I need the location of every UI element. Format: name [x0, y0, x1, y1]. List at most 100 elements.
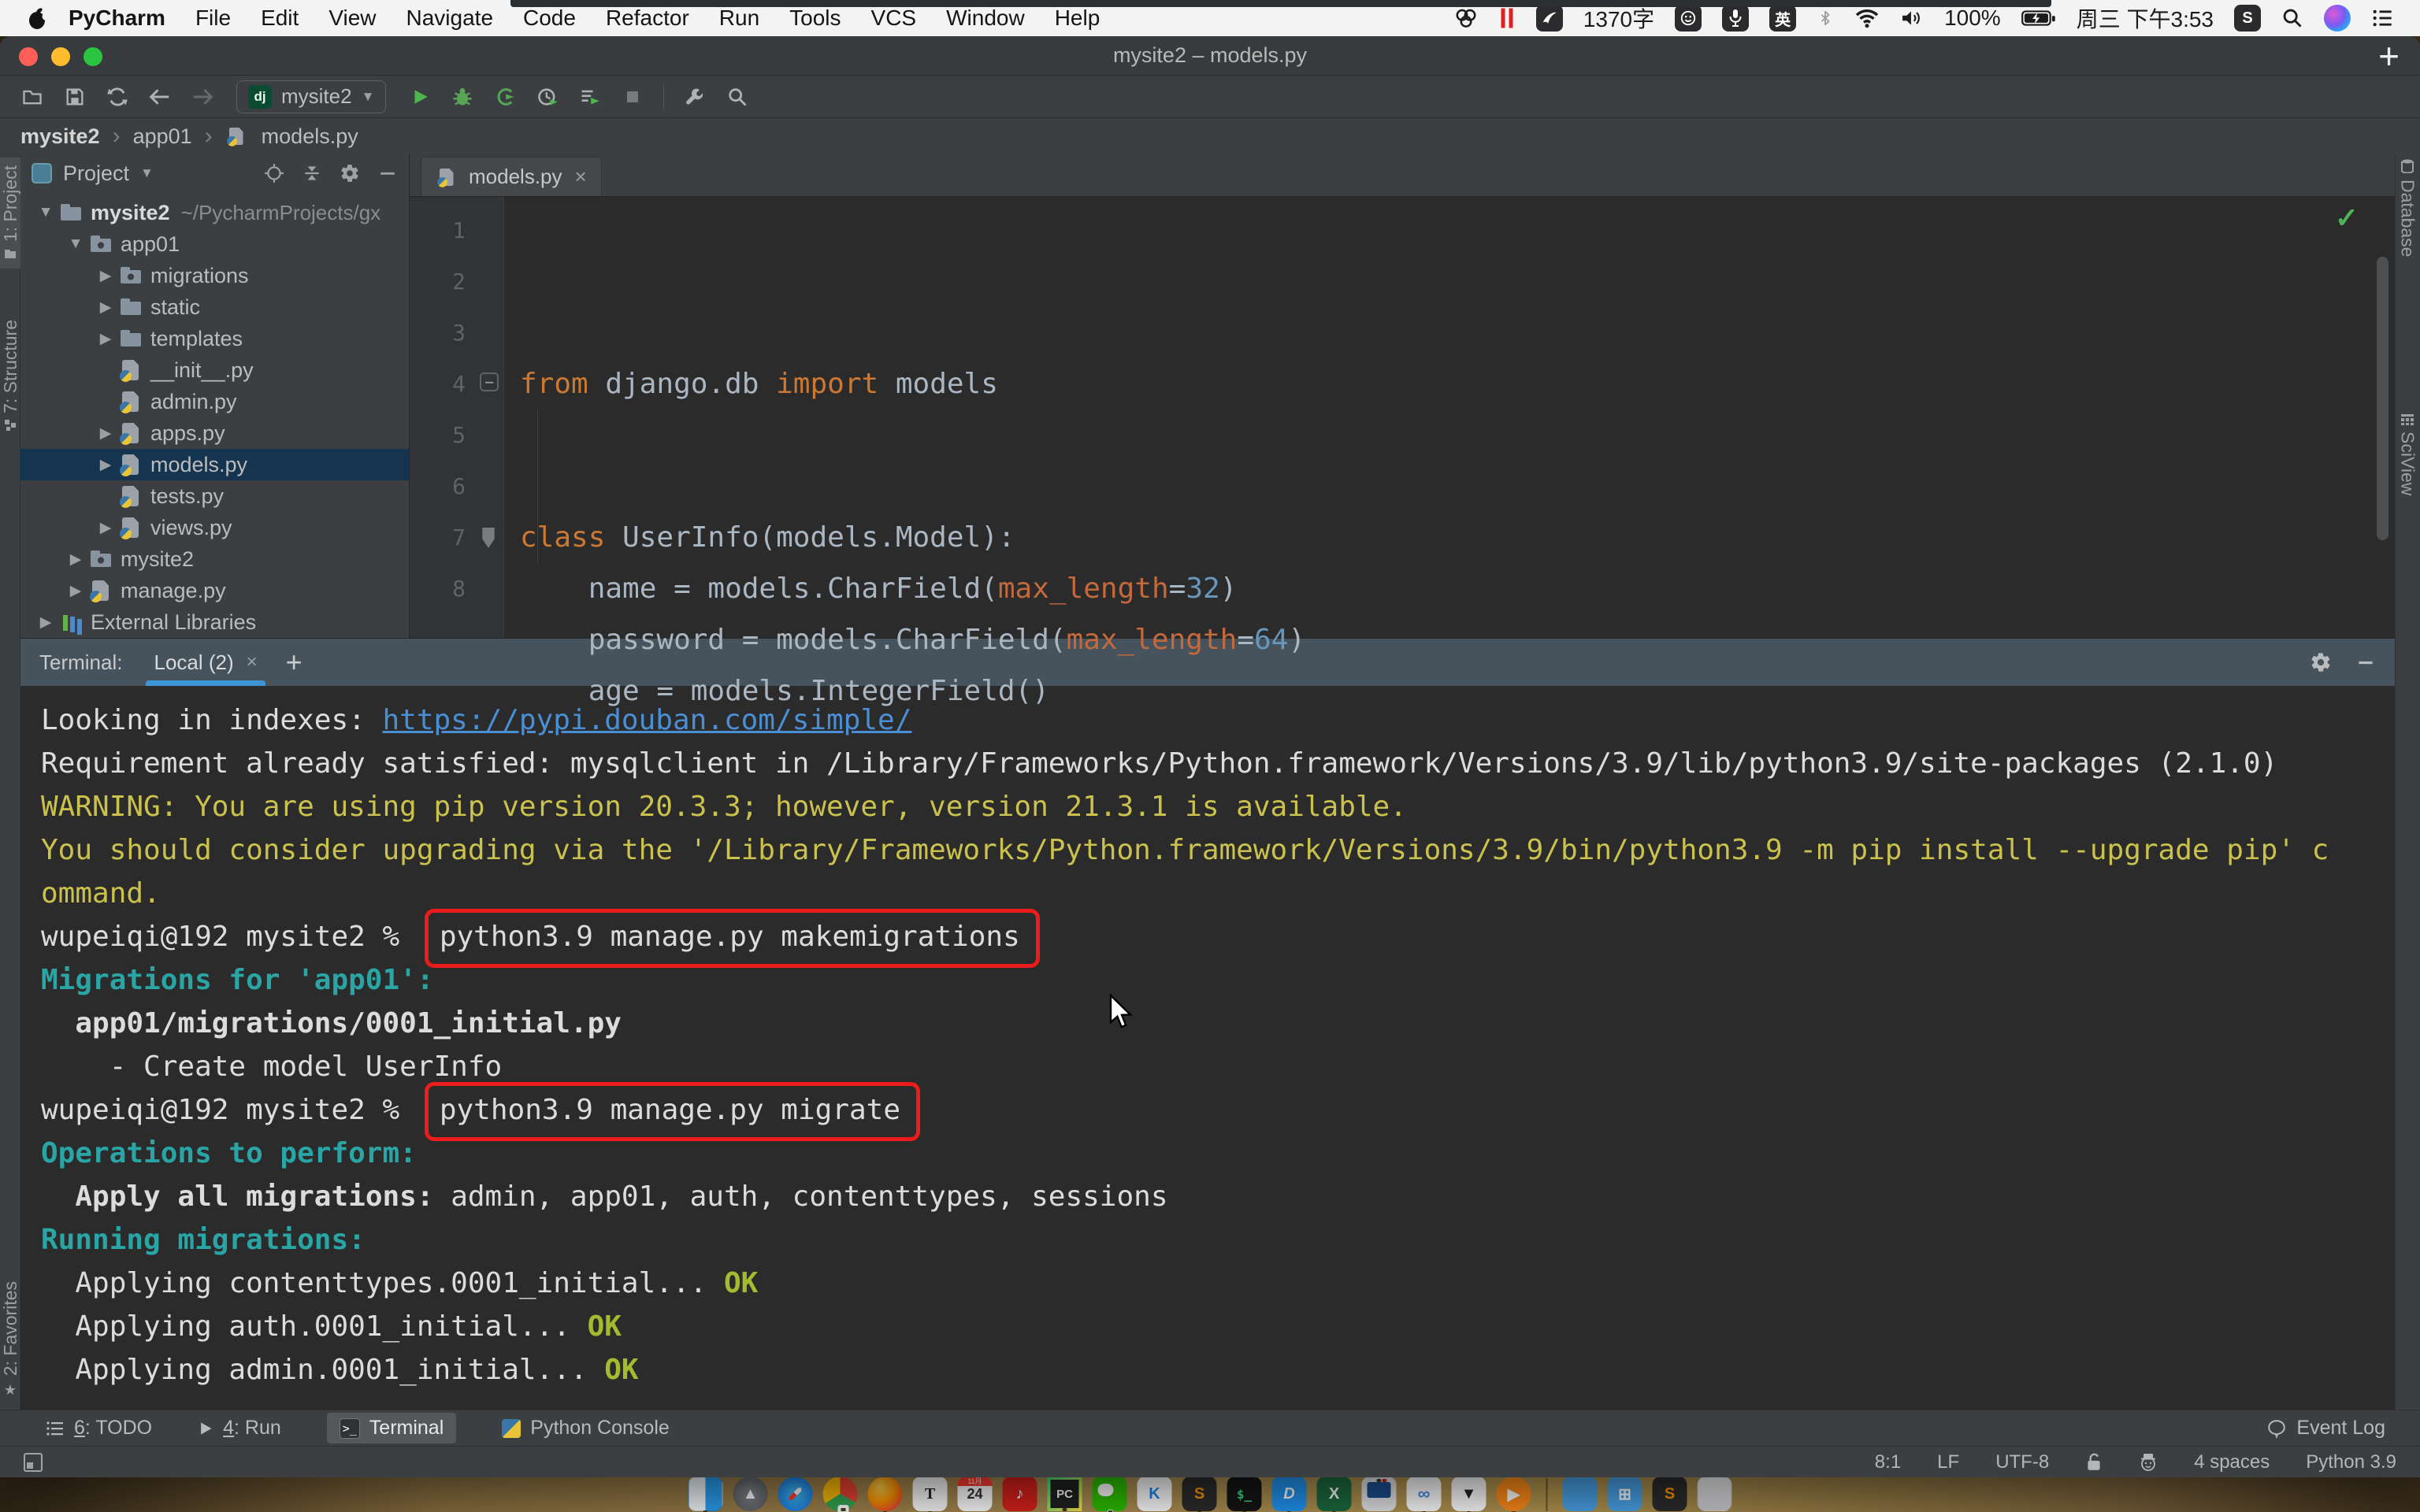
menu-item-file[interactable]: File: [180, 0, 246, 36]
dock-icon-terminal-app[interactable]: $_: [1227, 1477, 1262, 1511]
clock[interactable]: 周三 下午3:53: [2077, 2, 2214, 34]
dock-icon-firefox[interactable]: [868, 1477, 903, 1511]
chevron-down-icon[interactable]: ▼: [61, 235, 90, 253]
dock-icon-tv-app[interactable]: ▶: [1497, 1477, 1531, 1511]
wifi-icon[interactable]: [1854, 8, 1880, 28]
chevron-right-icon[interactable]: ▶: [91, 330, 120, 348]
tree-item-apps-py[interactable]: ▶apps.py: [20, 417, 409, 449]
new-terminal-session-icon[interactable]: +: [286, 646, 302, 679]
dock-icon-typora[interactable]: T: [913, 1477, 948, 1511]
synchronize-button[interactable]: [98, 80, 137, 114]
tree-item-app01[interactable]: ▼app01: [20, 228, 409, 260]
bluetooth-icon[interactable]: [1817, 7, 1834, 29]
forward-button[interactable]: [183, 80, 222, 114]
tool-python-console[interactable]: Python Console: [502, 1417, 670, 1440]
editor-tab-models-py[interactable]: models.py ×: [421, 157, 602, 196]
breadcrumb-item[interactable]: app01: [133, 124, 192, 149]
battery-icon[interactable]: [2021, 9, 2056, 28]
dock-icon-wechat[interactable]: [1093, 1477, 1127, 1511]
dictation-icon[interactable]: [1722, 5, 1749, 32]
project-panel-title[interactable]: Project: [63, 161, 129, 186]
settings-wrench-button[interactable]: [675, 80, 714, 114]
chevron-right-icon[interactable]: ▶: [91, 298, 120, 317]
menu-item-view[interactable]: View: [314, 0, 391, 36]
status-widget-4-spaces[interactable]: 4 spaces: [2194, 1451, 2270, 1473]
fold-region-icon[interactable]: [480, 528, 497, 548]
terminal-console[interactable]: Looking in indexes: https://pypi.douban.…: [20, 686, 2395, 1410]
close-tab-icon[interactable]: ×: [575, 165, 587, 189]
save-all-button[interactable]: [55, 80, 95, 114]
menu-item-navigate[interactable]: Navigate: [392, 0, 509, 36]
tri-circle-icon[interactable]: [1454, 7, 1478, 29]
dock-icon-parallels[interactable]: [1362, 1477, 1397, 1511]
breadcrumb-item[interactable]: mysite2: [20, 124, 100, 149]
dingtalk-menu-icon[interactable]: [1536, 5, 1563, 32]
profiler-button[interactable]: [528, 80, 567, 114]
locate-file-icon[interactable]: [264, 163, 284, 183]
dock-icon-pycharm-dock[interactable]: PC: [1048, 1477, 1082, 1511]
sidebar-tab-sciview[interactable]: SciView: [2395, 414, 2420, 495]
run-manage-py-task-button[interactable]: [570, 80, 610, 114]
spotlight-icon[interactable]: [2281, 7, 2303, 29]
gear-icon[interactable]: [340, 163, 360, 183]
dock-icon-launchpad[interactable]: ▲: [733, 1477, 768, 1511]
tree-item-migrations[interactable]: ▶migrations: [20, 260, 409, 291]
editor-scrollbar[interactable]: [2377, 257, 2388, 540]
status-widget-8-1[interactable]: 8:1: [1875, 1451, 1901, 1473]
zoom-window-button[interactable]: [84, 47, 102, 66]
chevron-down-icon[interactable]: ▼: [140, 165, 154, 181]
back-button[interactable]: [140, 80, 180, 114]
sidebar-tab-favorites[interactable]: 2: Favorites ★: [0, 1281, 20, 1399]
menu-item-pycharm[interactable]: PyCharm: [54, 0, 180, 36]
status-widget-python-3-9[interactable]: Python 3.9: [2306, 1451, 2396, 1473]
status-widget-lf[interactable]: LF: [1937, 1451, 1959, 1473]
tool-todo[interactable]: 6: TODO: [46, 1417, 152, 1440]
search-everywhere-button[interactable]: [718, 80, 757, 114]
chevron-right-icon[interactable]: ▶: [91, 267, 120, 285]
menu-item-edit[interactable]: Edit: [246, 0, 314, 36]
dock-icon-keynote[interactable]: K: [1138, 1477, 1172, 1511]
close-terminal-tab-icon[interactable]: ×: [247, 651, 258, 673]
tree-item-static[interactable]: ▶static: [20, 291, 409, 323]
dock-icon-safari[interactable]: [778, 1477, 813, 1511]
stop-button[interactable]: [613, 80, 652, 114]
tree-item-mysite2[interactable]: ▼mysite2~/PycharmProjects/gx: [20, 197, 409, 228]
parallels-pause-icon[interactable]: [1498, 6, 1516, 30]
dock-icon-finder[interactable]: [689, 1477, 723, 1511]
dock-icon-tie-app[interactable]: ▼: [1452, 1477, 1487, 1511]
chevron-right-icon[interactable]: ▶: [32, 613, 60, 632]
siri-icon[interactable]: [2324, 5, 2351, 32]
breadcrumb-file[interactable]: models.py: [262, 124, 358, 149]
run-button[interactable]: [400, 80, 440, 114]
dock-icon-calendar[interactable]: 24: [958, 1477, 993, 1511]
sidebar-tab-project[interactable]: 1: Project: [0, 158, 20, 269]
volume-icon[interactable]: [1900, 8, 1924, 28]
tree-item-mysite2[interactable]: ▶mysite2: [20, 543, 409, 575]
run-configuration-select[interactable]: dj mysite2 ▼: [236, 80, 386, 113]
minimize-window-button[interactable]: [51, 47, 70, 66]
new-tab-plus-icon[interactable]: +: [2378, 38, 2400, 74]
dock-icon-folder-documents[interactable]: [1563, 1477, 1598, 1511]
code-area[interactable]: 1234−5678 from django.db import modelscl…: [410, 197, 2395, 638]
dock-icon-zapya[interactable]: ∞: [1407, 1477, 1442, 1511]
tree-item-templates[interactable]: ▶templates: [20, 323, 409, 354]
dock-icon-sublime-window[interactable]: S: [1653, 1477, 1687, 1511]
tree-item-admin-py[interactable]: admin.py: [20, 386, 409, 417]
dock-icon-excel[interactable]: X: [1317, 1477, 1352, 1511]
word-count[interactable]: 1370字: [1583, 2, 1654, 34]
dock-icon-netease-music[interactable]: ♪: [1003, 1477, 1037, 1511]
chevron-right-icon[interactable]: ▶: [61, 582, 90, 600]
tool-terminal[interactable]: >_Terminal: [327, 1413, 456, 1443]
unlock-icon[interactable]: [2085, 1452, 2103, 1473]
collapse-all-icon[interactable]: [302, 163, 322, 183]
sidebar-tab-database[interactable]: Database: [2395, 159, 2420, 257]
tree-item-models-py[interactable]: ▶models.py: [20, 449, 409, 480]
sogou-icon[interactable]: S: [2234, 5, 2261, 32]
dock-icon-sublime-text[interactable]: S: [1182, 1477, 1217, 1511]
close-window-button[interactable]: [19, 47, 38, 66]
tool-run[interactable]: 4: Run: [198, 1417, 281, 1440]
chevron-right-icon[interactable]: ▶: [91, 456, 120, 474]
battery-percent[interactable]: 100%: [1944, 6, 2001, 31]
tree-item-external-libraries[interactable]: ▶External Libraries: [20, 606, 409, 638]
tree-item-manage-py[interactable]: ▶manage.py: [20, 575, 409, 606]
